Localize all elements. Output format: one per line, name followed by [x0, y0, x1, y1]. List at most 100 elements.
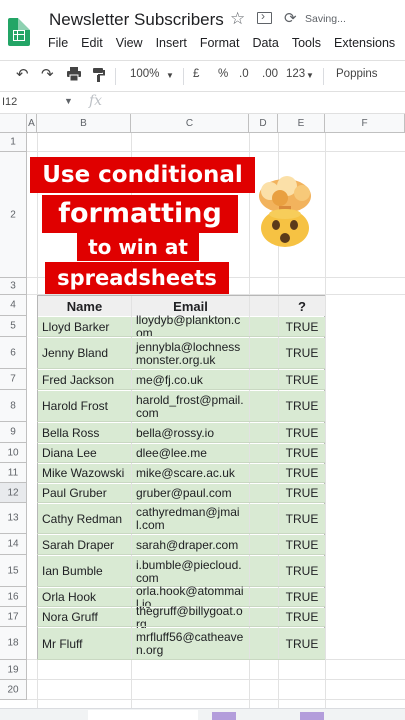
cell-flag[interactable]: TRUE	[279, 423, 325, 443]
currency-format-button[interactable]: £	[193, 68, 199, 80]
document-title[interactable]: Newsletter Subscribers	[49, 10, 224, 30]
decrease-decimal-button[interactable]: .0	[239, 68, 249, 80]
cell-email[interactable]: sarah@draper.com	[132, 535, 249, 555]
menu-file[interactable]: File	[48, 36, 68, 50]
header-cell-flag[interactable]: ?	[279, 296, 325, 316]
column-header-d[interactable]: D	[249, 114, 278, 133]
cell-empty[interactable]	[250, 391, 278, 422]
cell-email[interactable]: thegruff@billygoat.org	[132, 604, 249, 630]
cell-email[interactable]: bella@rossy.io	[132, 423, 249, 443]
print-icon[interactable]	[66, 67, 82, 84]
cell-empty[interactable]	[250, 444, 278, 463]
chevron-down-icon[interactable]: ▼	[306, 71, 314, 80]
cell-email[interactable]: mike@scare.ac.uk	[132, 464, 249, 483]
menu-tools[interactable]: Tools	[292, 36, 321, 50]
cell-empty[interactable]	[250, 608, 278, 627]
cell-empty[interactable]	[250, 556, 278, 587]
cell-flag[interactable]: TRUE	[279, 464, 325, 483]
cell-empty[interactable]	[250, 588, 278, 607]
cell-flag[interactable]: TRUE	[279, 535, 325, 555]
row-header[interactable]: 2	[0, 152, 27, 278]
row-header[interactable]: 13	[0, 503, 27, 534]
cell-flag[interactable]: TRUE	[279, 338, 325, 369]
cell-empty[interactable]	[250, 535, 278, 555]
cell-name[interactable]: Harold Frost	[38, 391, 131, 422]
cell-name[interactable]: Mr Fluff	[38, 628, 131, 660]
header-cell-spacer[interactable]	[250, 296, 278, 316]
cell-empty[interactable]	[250, 338, 278, 369]
cell-flag[interactable]: TRUE	[279, 588, 325, 607]
cell-flag[interactable]: TRUE	[279, 504, 325, 534]
row-header[interactable]: 16	[0, 587, 27, 607]
cell-name[interactable]: Lloyd Barker	[38, 317, 131, 337]
cell-flag[interactable]: TRUE	[279, 391, 325, 422]
cell-empty[interactable]	[250, 317, 278, 337]
paint-format-icon[interactable]	[92, 67, 106, 86]
undo-icon[interactable]: ↶	[16, 65, 29, 83]
cell-flag[interactable]: TRUE	[279, 484, 325, 503]
cell-email[interactable]: i.bumble@piecloud.com	[132, 556, 249, 587]
menu-data[interactable]: Data	[252, 36, 278, 50]
row-header[interactable]: 18	[0, 627, 27, 660]
cell-flag[interactable]: TRUE	[279, 608, 325, 627]
corner-select-all[interactable]	[0, 114, 27, 133]
cell-email[interactable]: me@fj.co.uk	[132, 370, 249, 390]
menu-edit[interactable]: Edit	[81, 36, 103, 50]
row-header[interactable]: 3	[0, 278, 27, 295]
name-box[interactable]: I12	[2, 96, 17, 108]
font-family-select[interactable]: Poppins	[336, 68, 378, 80]
cell-email[interactable]: jennybla@lochnessmonster.org.uk	[132, 338, 249, 369]
row-header[interactable]: 10	[0, 443, 27, 463]
cell-name[interactable]: Ian Bumble	[38, 556, 131, 587]
cell-empty[interactable]	[250, 423, 278, 443]
row-header[interactable]: 5	[0, 316, 27, 337]
cell-email[interactable]: dlee@lee.me	[132, 444, 249, 463]
row-header[interactable]: 8	[0, 390, 27, 422]
cell-empty[interactable]	[250, 484, 278, 503]
cell-name[interactable]: Diana Lee	[38, 444, 131, 463]
column-header-b[interactable]: B	[37, 114, 131, 133]
number-format-select[interactable]: 123	[286, 68, 305, 80]
header-cell-name[interactable]: Name	[38, 296, 131, 316]
cell-email[interactable]: mrfluff56@catheaven.org	[132, 628, 249, 660]
cell-empty[interactable]	[250, 504, 278, 534]
cell-flag[interactable]: TRUE	[279, 556, 325, 587]
column-header-a[interactable]: A	[27, 114, 37, 133]
cell-empty[interactable]	[250, 464, 278, 483]
row-header[interactable]: 4	[0, 295, 27, 316]
cell-name[interactable]: Sarah Draper	[38, 535, 131, 555]
cell-empty[interactable]	[250, 370, 278, 390]
row-header[interactable]: 9	[0, 422, 27, 443]
row-header-selected[interactable]: 12	[0, 483, 27, 503]
row-header[interactable]: 19	[0, 660, 27, 680]
row-header[interactable]: 17	[0, 607, 27, 627]
column-header-c[interactable]: C	[131, 114, 249, 133]
cell-name[interactable]: Jenny Bland	[38, 338, 131, 369]
menu-view[interactable]: View	[116, 36, 143, 50]
star-icon[interactable]: ☆	[230, 9, 245, 29]
row-header[interactable]: 20	[0, 680, 27, 700]
cell-email[interactable]: harold_frost@pmail.com	[132, 391, 249, 422]
menu-extensions[interactable]: Extensions	[334, 36, 395, 50]
menu-format[interactable]: Format	[200, 36, 240, 50]
cell-name[interactable]: Cathy Redman	[38, 504, 131, 534]
increase-decimal-button[interactable]: .00	[262, 68, 278, 80]
cell-empty[interactable]	[250, 628, 278, 660]
sheet-tab[interactable]	[88, 710, 198, 720]
zoom-select[interactable]: 100%	[130, 68, 159, 80]
spreadsheet-grid[interactable]: A B C D E F 1 2 3 4 5 6 7 8 9 10 11 12 1…	[0, 114, 405, 710]
column-header-f[interactable]: F	[325, 114, 405, 133]
row-header[interactable]: 1	[0, 133, 27, 152]
cell-flag[interactable]: TRUE	[279, 370, 325, 390]
cell-flag[interactable]: TRUE	[279, 628, 325, 660]
cell-email[interactable]: gruber@paul.com	[132, 484, 249, 503]
row-header[interactable]: 15	[0, 555, 27, 587]
cell-name[interactable]: Orla Hook	[38, 588, 131, 607]
row-header[interactable]: 14	[0, 534, 27, 555]
chevron-down-icon[interactable]: ▼	[166, 71, 174, 80]
cell-email[interactable]: lloydyb@plankton.com	[132, 314, 249, 340]
cell-name[interactable]: Paul Gruber	[38, 484, 131, 503]
chevron-down-icon[interactable]: ▼	[64, 96, 73, 106]
cell-name[interactable]: Mike Wazowski	[38, 464, 131, 483]
redo-icon[interactable]: ↷	[41, 65, 54, 83]
